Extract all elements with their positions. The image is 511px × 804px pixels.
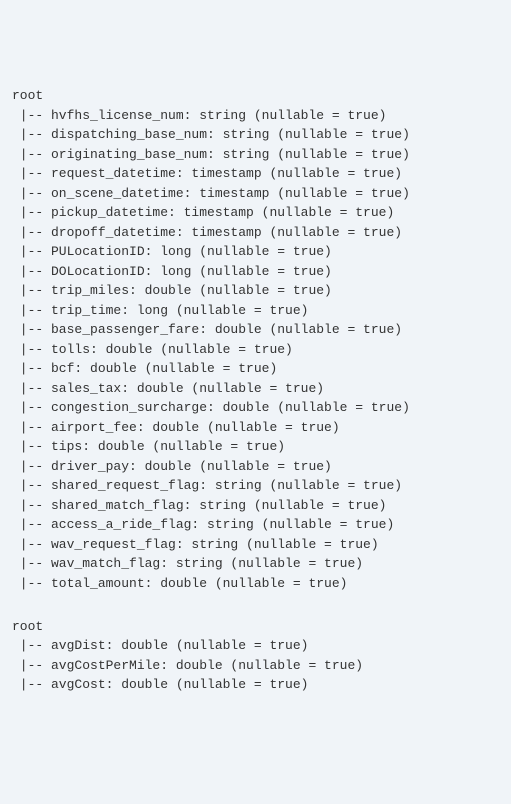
schema-field-line: |-- pickup_datetime: timestamp (nullable…	[12, 203, 499, 223]
schema-field-line: |-- total_amount: double (nullable = tru…	[12, 574, 499, 594]
schema-root-label: root	[12, 86, 499, 106]
schema-field-line: |-- request_datetime: timestamp (nullabl…	[12, 164, 499, 184]
schema-field-line: |-- avgCostPerMile: double (nullable = t…	[12, 656, 499, 676]
schema-field-line: |-- driver_pay: double (nullable = true)	[12, 457, 499, 477]
schema-field-line: |-- wav_request_flag: string (nullable =…	[12, 535, 499, 555]
schema-field-line: |-- trip_miles: double (nullable = true)	[12, 281, 499, 301]
schema-field-line: |-- tips: double (nullable = true)	[12, 437, 499, 457]
schema-output-container: root |-- hvfhs_license_num: string (null…	[12, 86, 499, 695]
schema-root-label: root	[12, 617, 499, 637]
schema-field-line: |-- avgDist: double (nullable = true)	[12, 636, 499, 656]
schema-field-line: |-- base_passenger_fare: double (nullabl…	[12, 320, 499, 340]
schema-separator	[12, 597, 499, 617]
schema-field-line: |-- shared_match_flag: string (nullable …	[12, 496, 499, 516]
schema-field-line: |-- DOLocationID: long (nullable = true)	[12, 262, 499, 282]
schema-field-line: |-- tolls: double (nullable = true)	[12, 340, 499, 360]
schema-field-line: |-- originating_base_num: string (nullab…	[12, 145, 499, 165]
schema-field-line: |-- bcf: double (nullable = true)	[12, 359, 499, 379]
schema-field-line: |-- on_scene_datetime: timestamp (nullab…	[12, 184, 499, 204]
schema-field-line: |-- hvfhs_license_num: string (nullable …	[12, 106, 499, 126]
schema-field-line: |-- airport_fee: double (nullable = true…	[12, 418, 499, 438]
schema-field-line: |-- shared_request_flag: string (nullabl…	[12, 476, 499, 496]
schema-field-line: |-- dispatching_base_num: string (nullab…	[12, 125, 499, 145]
schema-field-line: |-- congestion_surcharge: double (nullab…	[12, 398, 499, 418]
schema-field-line: |-- avgCost: double (nullable = true)	[12, 675, 499, 695]
schema-block: root |-- avgDist: double (nullable = tru…	[12, 617, 499, 695]
schema-field-line: |-- PULocationID: long (nullable = true)	[12, 242, 499, 262]
schema-field-line: |-- access_a_ride_flag: string (nullable…	[12, 515, 499, 535]
schema-field-line: |-- wav_match_flag: string (nullable = t…	[12, 554, 499, 574]
schema-block: root |-- hvfhs_license_num: string (null…	[12, 86, 499, 593]
schema-field-line: |-- trip_time: long (nullable = true)	[12, 301, 499, 321]
schema-field-line: |-- sales_tax: double (nullable = true)	[12, 379, 499, 399]
schema-field-line: |-- dropoff_datetime: timestamp (nullabl…	[12, 223, 499, 243]
